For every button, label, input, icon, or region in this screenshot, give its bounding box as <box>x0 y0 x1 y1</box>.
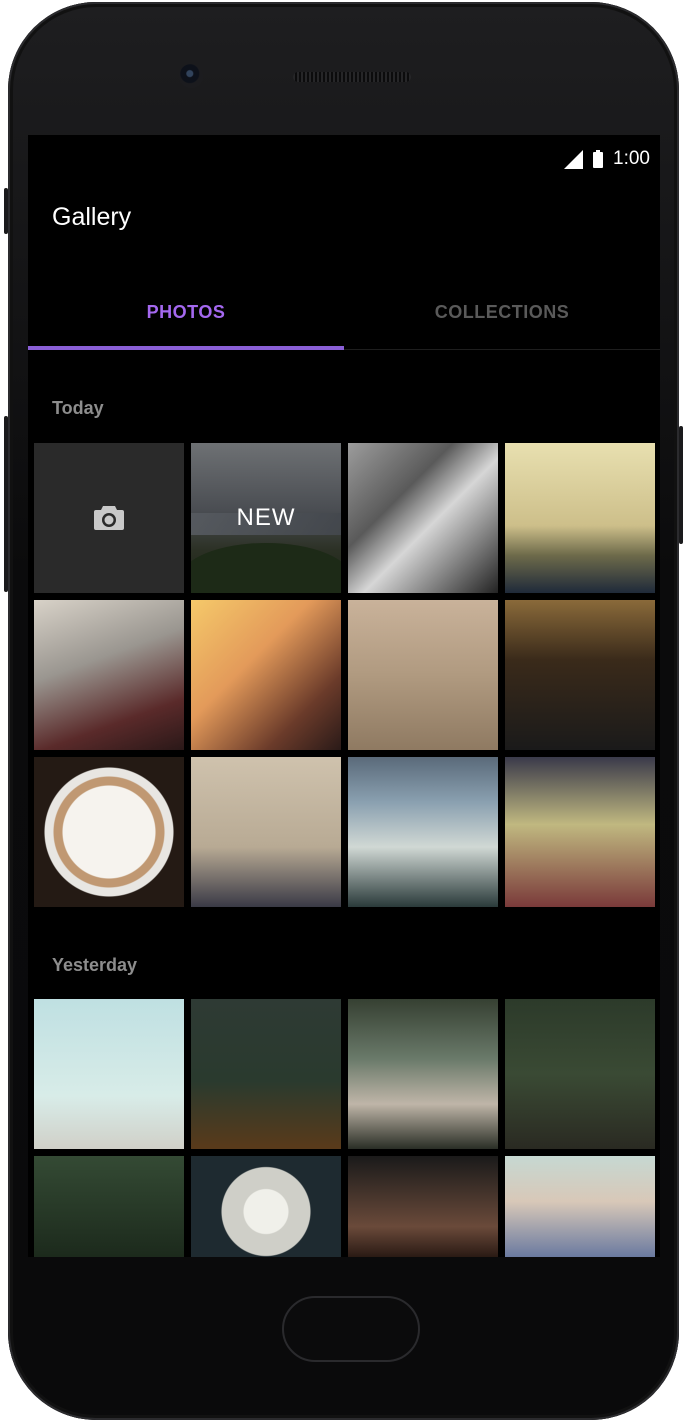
photo-thumbnail[interactable] <box>505 600 655 750</box>
page-title: Gallery <box>52 203 132 231</box>
photo-grid-today: NEW <box>34 443 655 907</box>
photo-thumbnail[interactable] <box>191 600 341 750</box>
photo-thumbnail[interactable] <box>505 443 655 593</box>
photo-grid-yesterday <box>34 999 655 1257</box>
photo-thumbnail[interactable] <box>348 600 498 750</box>
photo-thumbnail[interactable] <box>191 757 341 907</box>
photo-thumbnail[interactable] <box>34 757 184 907</box>
volume-up-button <box>4 188 8 234</box>
status-time: 1:00 <box>613 148 650 169</box>
power-button <box>679 426 683 544</box>
front-camera-icon <box>179 64 203 88</box>
tab-bar: PHOTOS COLLECTIONS <box>28 275 660 350</box>
screen: 1:00 Gallery PHOTOS COLLECTIONS Today NE… <box>28 135 660 1257</box>
tab-photos[interactable]: PHOTOS <box>28 275 344 350</box>
section-title-today: Today <box>52 398 104 418</box>
photo-thumbnail[interactable] <box>34 999 184 1149</box>
photo-thumbnail[interactable] <box>191 999 341 1149</box>
photo-thumbnail[interactable] <box>191 1156 341 1257</box>
volume-slider <box>4 416 8 592</box>
tab-collections[interactable]: COLLECTIONS <box>344 275 660 349</box>
photo-thumbnail[interactable] <box>505 999 655 1149</box>
signal-icon <box>564 149 584 169</box>
photo-thumbnail[interactable] <box>348 757 498 907</box>
battery-icon <box>593 150 604 168</box>
new-label: NEW <box>236 504 296 531</box>
photo-thumbnail[interactable] <box>348 1156 498 1257</box>
camera-tile[interactable] <box>34 443 184 593</box>
home-button[interactable] <box>282 1296 420 1362</box>
photo-thumbnail[interactable] <box>348 443 498 593</box>
status-icons: 1:00 <box>564 148 650 170</box>
new-photo-tile[interactable]: NEW <box>191 443 341 593</box>
photo-thumbnail[interactable] <box>505 757 655 907</box>
photo-thumbnail[interactable] <box>34 1156 184 1257</box>
camera-icon <box>94 506 124 530</box>
section-title-yesterday: Yesterday <box>52 955 138 975</box>
status-bar: 1:00 <box>28 135 660 181</box>
photo-thumbnail[interactable] <box>505 1156 655 1257</box>
earpiece-speaker <box>293 72 411 82</box>
photo-thumbnail[interactable] <box>348 999 498 1149</box>
photo-background <box>191 543 341 593</box>
photo-thumbnail[interactable] <box>34 600 184 750</box>
